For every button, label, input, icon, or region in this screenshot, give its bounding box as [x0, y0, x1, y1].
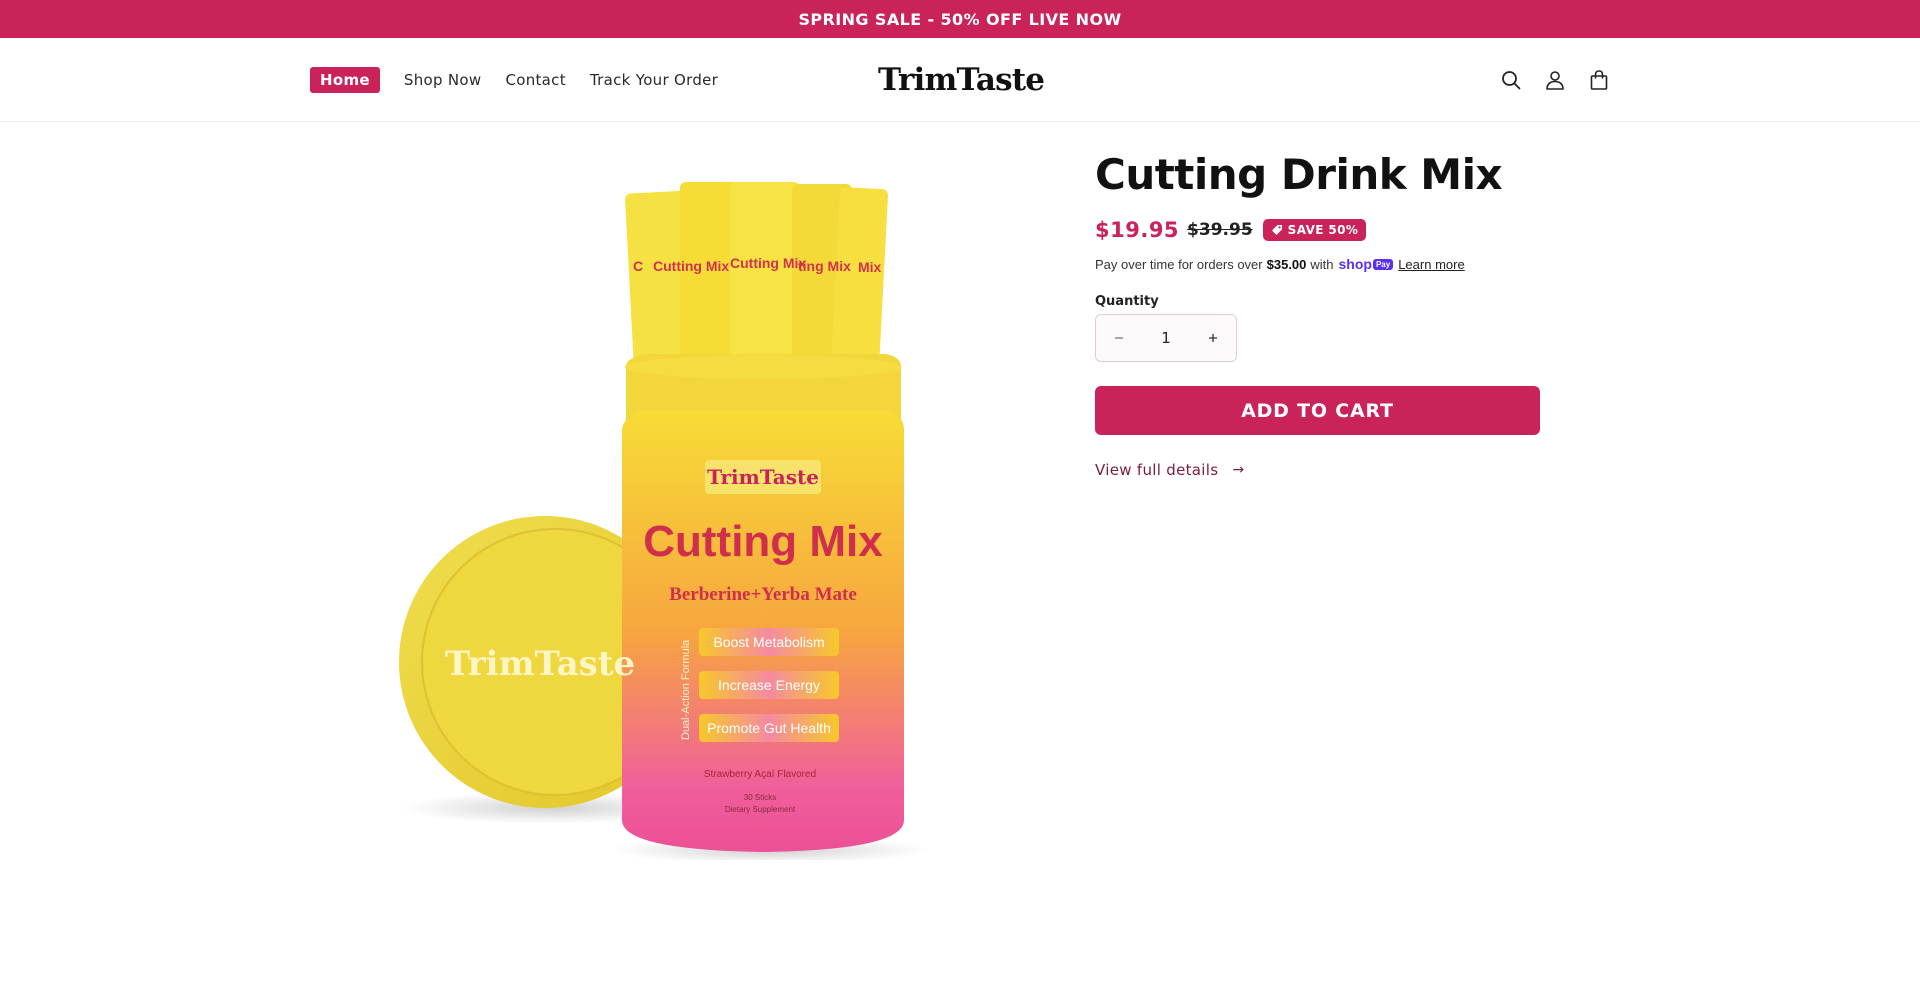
view-full-details-label: View full details: [1095, 461, 1219, 480]
svg-text:TrimTaste: TrimTaste: [445, 644, 635, 684]
price-row: $19.95 $39.95 SAVE 50%: [1095, 218, 1575, 242]
view-full-details-link[interactable]: View full details →: [1095, 461, 1244, 479]
svg-text:Boost Metabolism: Boost Metabolism: [713, 634, 824, 650]
quantity-input[interactable]: 1: [1142, 329, 1190, 347]
svg-text:Berberine+Yerba Mate: Berberine+Yerba Mate: [669, 584, 857, 605]
shop-pay-logo: shop Pay: [1339, 256, 1394, 272]
svg-text:Dietary Supplement: Dietary Supplement: [725, 805, 796, 814]
search-icon[interactable]: [1497, 66, 1525, 94]
svg-text:Mix: Mix: [858, 259, 882, 275]
tag-icon: [1271, 225, 1282, 236]
product-image[interactable]: C Cutting Mix Cutting Mix ting Mix Mix a…: [380, 160, 1020, 864]
sale-price: $19.95: [1095, 218, 1180, 243]
nav-home[interactable]: Home: [310, 67, 380, 93]
quantity-increase-button[interactable]: [1190, 315, 1236, 361]
site-logo[interactable]: TrimTaste: [878, 56, 1045, 104]
sale-badge: SAVE 50%: [1262, 219, 1367, 242]
svg-text:Dual-Action Formula: Dual-Action Formula: [680, 639, 692, 740]
announcement-text: SPRING SALE - 50% OFF LIVE NOW: [798, 9, 1122, 29]
compare-price: $39.95: [1187, 220, 1253, 241]
account-icon[interactable]: [1541, 66, 1569, 94]
nav-contact[interactable]: Contact: [505, 71, 565, 89]
minus-icon: [1115, 337, 1123, 340]
installments-message: Pay over time for orders over $35.00 wit…: [1095, 256, 1575, 272]
product-title: Cutting Drink Mix: [1095, 150, 1503, 199]
announcement-bar: SPRING SALE - 50% OFF LIVE NOW: [0, 0, 1920, 38]
site-header: Home Shop Now Contact Track Your Order T…: [0, 38, 1920, 122]
svg-text:ting Mix: ting Mix: [798, 258, 851, 274]
learn-more-link[interactable]: Learn more: [1398, 257, 1464, 272]
svg-text:Promote Gut Health: Promote Gut Health: [707, 720, 831, 736]
svg-text:C: C: [633, 258, 643, 274]
quantity-label: Quantity: [1095, 294, 1159, 310]
installments-prefix: Pay over time for orders over: [1095, 256, 1263, 272]
nav-shop-now[interactable]: Shop Now: [404, 71, 482, 89]
arrow-right-icon: →: [1232, 462, 1245, 479]
cart-icon[interactable]: [1585, 66, 1613, 94]
add-to-cart-button[interactable]: ADD TO CART: [1095, 386, 1540, 436]
header-icons: [1497, 38, 1613, 122]
badge-text: SAVE 50%: [1287, 223, 1359, 238]
svg-text:TrimTaste: TrimTaste: [707, 465, 819, 489]
installments-suffix: with: [1310, 256, 1334, 272]
shop-pay-word: shop: [1338, 256, 1372, 273]
svg-text:Cutting Mix: Cutting Mix: [643, 517, 883, 566]
quantity-decrease-button[interactable]: [1096, 315, 1142, 361]
nav-track-order[interactable]: Track Your Order: [590, 71, 718, 89]
quantity-stepper: 1: [1095, 314, 1237, 363]
shop-pay-badge: Pay: [1372, 258, 1394, 270]
plus-icon: [1209, 334, 1217, 343]
svg-text:Cutting Mix: Cutting Mix: [730, 255, 806, 271]
installments-amount: $35.00: [1266, 256, 1307, 272]
main-nav: Home Shop Now Contact Track Your Order: [310, 38, 742, 122]
product-info: Cutting Drink Mix $19.95 $39.95 SAVE 50%…: [1095, 150, 1575, 479]
svg-text:Cutting Mix: Cutting Mix: [653, 258, 729, 274]
svg-text:30 Sticks: 30 Sticks: [744, 793, 776, 802]
svg-text:Strawberry Açaí Flavored: Strawberry Açaí Flavored: [704, 769, 816, 780]
svg-text:Increase Energy: Increase Energy: [718, 677, 820, 693]
